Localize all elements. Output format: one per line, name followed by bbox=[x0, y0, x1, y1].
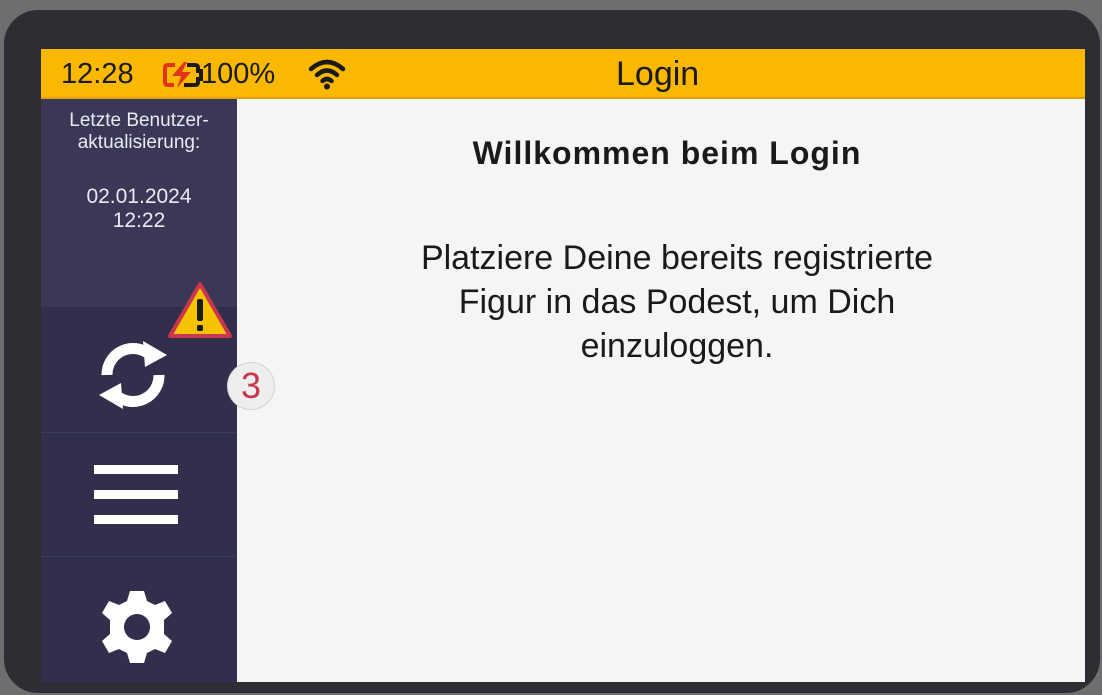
gear-icon bbox=[102, 591, 172, 663]
last-update-label: Letzte Benutzer- aktualisierung: bbox=[69, 110, 209, 153]
last-user-update-panel: Letzte Benutzer- aktualisierung: 02.01.2… bbox=[41, 99, 237, 307]
battery-charging-icon bbox=[163, 62, 203, 88]
warning-icon[interactable] bbox=[167, 281, 233, 339]
clock: 12:28 bbox=[61, 58, 134, 90]
device-frame: 12:28 100% Login Letzte Benutzer- aktual… bbox=[4, 10, 1100, 693]
last-update-timestamp: 02.01.2024 12:22 bbox=[86, 185, 192, 232]
status-bar: 12:28 100% Login bbox=[41, 49, 1085, 99]
login-instructions: Platziere Deine bereits registrierte Fig… bbox=[420, 239, 934, 365]
settings-button[interactable] bbox=[41, 557, 237, 682]
menu-button[interactable] bbox=[41, 433, 237, 556]
refresh-icon bbox=[99, 341, 167, 409]
battery-percentage: 100% bbox=[201, 58, 276, 90]
screen-title: Login bbox=[616, 55, 700, 93]
welcome-title: Willkommen beim Login bbox=[472, 135, 862, 171]
sidebar: Letzte Benutzer- aktualisierung: 02.01.2… bbox=[41, 99, 275, 682]
screen: 12:28 100% Login Letzte Benutzer- aktual… bbox=[41, 49, 1085, 682]
wifi-icon bbox=[308, 59, 346, 90]
hamburger-menu-icon bbox=[94, 465, 178, 524]
main-content: Willkommen beim Login Platziere Deine be… bbox=[237, 101, 1085, 682]
